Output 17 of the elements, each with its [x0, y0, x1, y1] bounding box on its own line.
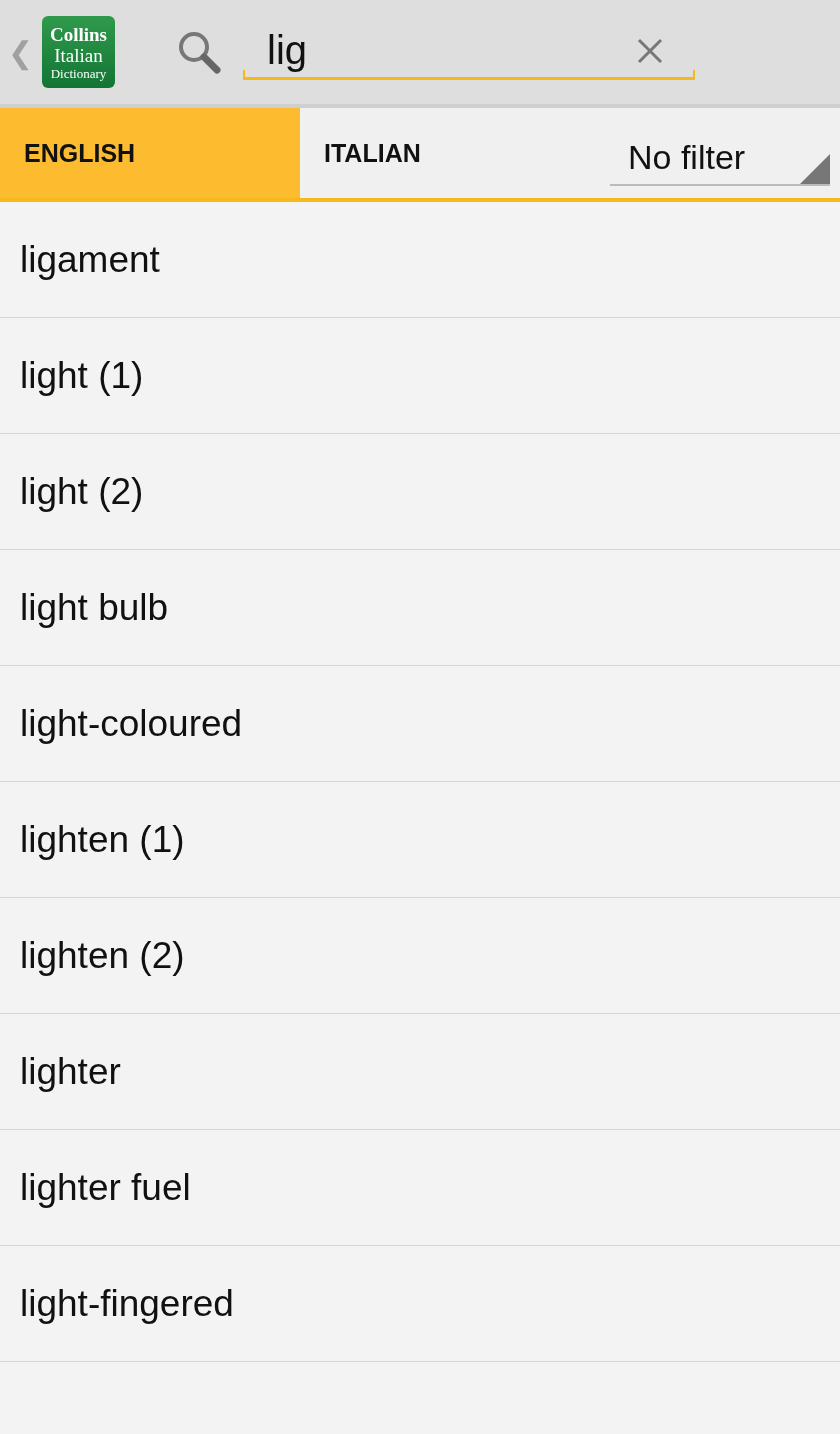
- result-item[interactable]: lighter: [0, 1014, 840, 1130]
- language-tab[interactable]: ITALIAN: [300, 108, 600, 198]
- filter-dropdown[interactable]: No filter: [610, 130, 830, 186]
- result-item[interactable]: light (1): [0, 318, 840, 434]
- result-item[interactable]: light-coloured: [0, 666, 840, 782]
- app-logo: Collins Italian Dictionary: [42, 16, 115, 88]
- dropdown-icon: [800, 154, 830, 184]
- result-item[interactable]: lighten (2): [0, 898, 840, 1014]
- result-item[interactable]: light (2): [0, 434, 840, 550]
- result-item[interactable]: ligament: [0, 202, 840, 318]
- result-item[interactable]: light bulb: [0, 550, 840, 666]
- search-icon: [177, 30, 221, 74]
- clear-icon[interactable]: [637, 37, 663, 64]
- result-item[interactable]: light-fingered: [0, 1246, 840, 1362]
- result-item[interactable]: lighter fuel: [0, 1130, 840, 1246]
- result-item[interactable]: lighten (1): [0, 782, 840, 898]
- language-tab[interactable]: ENGLISH: [0, 108, 300, 198]
